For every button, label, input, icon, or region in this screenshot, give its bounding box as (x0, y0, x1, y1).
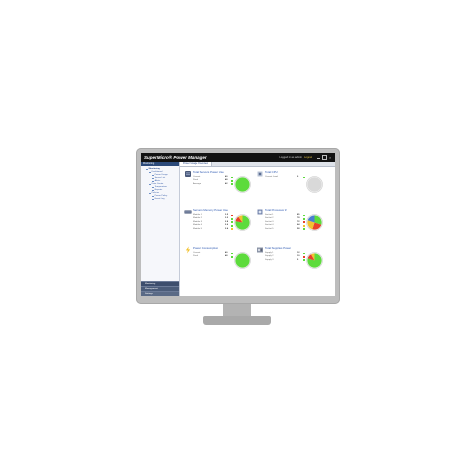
status-indicator-icon (231, 221, 233, 224)
logout-link[interactable]: Logout (304, 156, 312, 159)
metric-value: 48 (225, 255, 228, 258)
logged-in-user: Logged in as admin (279, 156, 303, 159)
panel-total-supplies-power: Total Supplies Power Supply 1 12 Supply 2 10… (256, 246, 324, 280)
status-indicator-icon (231, 176, 233, 179)
node-icon (152, 198, 154, 201)
status-indicator-icon (231, 217, 233, 220)
metric-value: 2.4 (225, 227, 229, 230)
status-indicator-icon (303, 252, 305, 255)
cpu-icon (257, 171, 263, 177)
metric-label: Module 5 (193, 227, 202, 230)
sidebar: Monitoring Monitoring Dashboard Power Usag… (141, 162, 180, 296)
node-icon (152, 174, 154, 177)
sidebar-item-event-log[interactable]: Event Log (144, 198, 178, 201)
metric-row: Current Load 0 (265, 176, 305, 179)
panel-servers-memory-power-use: Servers Memory Power Use Module 1 3.5 Modul… (184, 208, 252, 242)
close-icon[interactable]: × (329, 156, 332, 160)
status-indicator-icon (231, 252, 233, 255)
sidebar-footer-settings[interactable]: Settings (141, 291, 179, 296)
monitor-base (203, 316, 271, 325)
app-title: SuperMicro® Power Manager (144, 155, 207, 160)
panel-total-servers-power-use: Total Servers Power Use Current 40 Peak 48 Av… (184, 170, 252, 204)
node-icon (149, 183, 151, 186)
metric-value: 58 (297, 227, 300, 230)
metric-row: Module 5 2.4 (193, 228, 233, 231)
metric-value: 0 (297, 176, 299, 178)
lightning-icon (185, 246, 191, 254)
maximize-icon[interactable] (322, 155, 327, 160)
usage-gauge[interactable] (306, 252, 323, 269)
panel-total-cpu: Total CPU Current Load 0 (256, 170, 324, 204)
usage-gauge[interactable] (234, 214, 251, 231)
power-supply-icon (257, 247, 263, 253)
metric-row: Peak 48 (193, 255, 233, 258)
status-indicator-icon (303, 255, 305, 258)
metric-value: 42 (225, 182, 228, 185)
usage-gauge[interactable] (306, 214, 323, 231)
status-indicator-icon (231, 214, 233, 217)
title-bar-controls: Logged in as admin Logout × (279, 155, 335, 160)
usage-gauge[interactable] (306, 176, 323, 193)
panel-total-processor-: Total Processor # Socket 1 85 Socket 2 78 Soc… (256, 208, 324, 242)
gauge-fill (235, 253, 250, 268)
status-indicator-icon (231, 179, 233, 182)
status-indicator-icon (303, 221, 305, 224)
panel-title[interactable]: Total Supplies Power (265, 246, 291, 250)
node-icon (149, 171, 151, 174)
sidebar-footer: Monitoring Management Settings (141, 281, 179, 296)
node-icon (152, 186, 154, 189)
memory-icon (184, 210, 192, 214)
status-indicator-icon (231, 224, 233, 227)
metric-label: Socket 5 (265, 227, 274, 230)
processor-icon (257, 209, 263, 215)
metric-row: Supply 3 9 (265, 259, 305, 262)
main-tabbar: Power Usage Overview (180, 162, 335, 167)
status-indicator-icon (303, 228, 305, 230)
panel-title[interactable]: Total Servers Power Use (193, 170, 224, 174)
panel-title[interactable]: Total Processor # (265, 208, 287, 212)
folder-icon (146, 168, 148, 171)
title-bar: SuperMicro® Power Manager Logged in as a… (141, 153, 335, 162)
metric-label: Supply 3 (265, 258, 274, 261)
status-indicator-icon (303, 176, 305, 179)
status-indicator-icon (303, 214, 305, 217)
panel-power-consumption: Power Consumption Current 40 Peak 48 (184, 246, 252, 280)
minimize-icon[interactable] (317, 156, 320, 159)
gauge-fill (307, 177, 322, 192)
node-icon (152, 195, 154, 198)
status-indicator-icon (231, 255, 233, 258)
metric-label: Current Load (265, 176, 278, 178)
server-icon (185, 171, 191, 177)
metric-row: Socket 5 58 (265, 228, 305, 231)
metric-label: Average (193, 182, 202, 185)
node-icon (152, 177, 154, 180)
usage-gauge[interactable] (234, 252, 251, 269)
main-content: Power Usage Overview Total Servers Power… (180, 162, 335, 296)
status-indicator-icon (303, 224, 305, 227)
status-indicator-icon (303, 259, 305, 262)
gauge-fill (235, 177, 250, 192)
status-indicator-icon (231, 228, 233, 230)
sidebar-item-label: Event Log (154, 198, 165, 200)
navigation-tree: Monitoring Dashboard Power Usage Server Lis… (141, 166, 179, 201)
status-indicator-icon (231, 183, 233, 186)
metric-row: Average 42 (193, 183, 233, 186)
usage-gauge[interactable] (234, 176, 251, 193)
status-indicator-icon (303, 217, 305, 220)
metric-value: 9 (297, 258, 299, 261)
monitor-screen: SuperMicro® Power Manager Logged in as a… (141, 153, 335, 296)
panel-title[interactable]: Servers Memory Power Use (193, 208, 228, 212)
node-icon (149, 192, 151, 195)
panel-title[interactable]: Power Consumption (193, 246, 218, 250)
metric-label: Peak (193, 255, 198, 258)
tab-power-usage-overview[interactable]: Power Usage Overview (180, 162, 212, 166)
panel-title[interactable]: Total CPU (265, 170, 278, 174)
